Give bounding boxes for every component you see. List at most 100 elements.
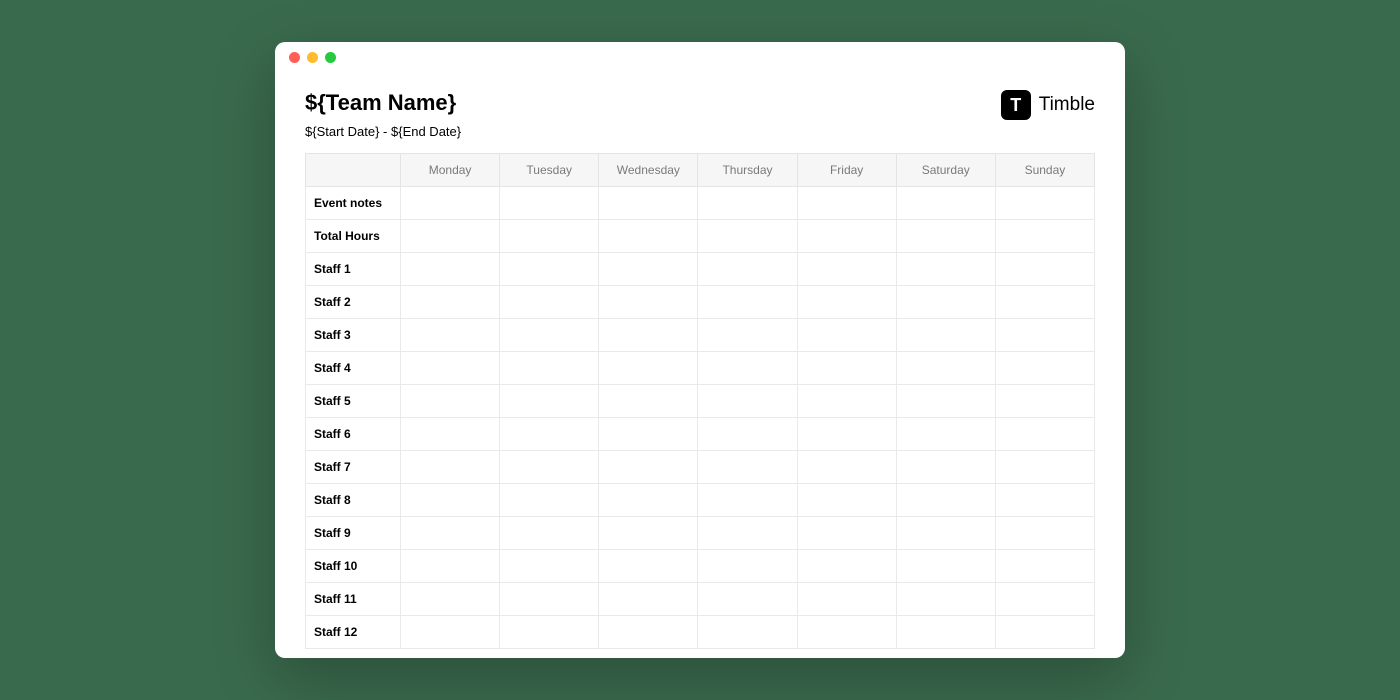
schedule-cell[interactable] bbox=[401, 517, 500, 550]
schedule-cell[interactable] bbox=[401, 253, 500, 286]
schedule-cell[interactable] bbox=[797, 583, 896, 616]
schedule-cell[interactable] bbox=[599, 583, 698, 616]
schedule-cell[interactable] bbox=[995, 418, 1094, 451]
schedule-cell[interactable] bbox=[500, 550, 599, 583]
schedule-cell[interactable] bbox=[500, 286, 599, 319]
schedule-cell[interactable] bbox=[995, 550, 1094, 583]
schedule-cell[interactable] bbox=[599, 451, 698, 484]
schedule-cell[interactable] bbox=[599, 286, 698, 319]
schedule-cell[interactable] bbox=[500, 385, 599, 418]
schedule-cell[interactable] bbox=[698, 352, 797, 385]
schedule-cell[interactable] bbox=[698, 484, 797, 517]
schedule-cell[interactable] bbox=[401, 220, 500, 253]
schedule-cell[interactable] bbox=[896, 286, 995, 319]
schedule-cell[interactable] bbox=[995, 517, 1094, 550]
schedule-cell[interactable] bbox=[797, 319, 896, 352]
schedule-cell[interactable] bbox=[500, 319, 599, 352]
schedule-cell[interactable] bbox=[896, 616, 995, 649]
schedule-cell[interactable] bbox=[995, 253, 1094, 286]
schedule-cell[interactable] bbox=[995, 187, 1094, 220]
schedule-cell[interactable] bbox=[698, 583, 797, 616]
schedule-cell[interactable] bbox=[599, 253, 698, 286]
schedule-cell[interactable] bbox=[797, 220, 896, 253]
schedule-cell[interactable] bbox=[698, 220, 797, 253]
schedule-cell[interactable] bbox=[698, 616, 797, 649]
schedule-cell[interactable] bbox=[896, 385, 995, 418]
schedule-cell[interactable] bbox=[500, 187, 599, 220]
schedule-cell[interactable] bbox=[401, 352, 500, 385]
schedule-cell[interactable] bbox=[698, 418, 797, 451]
window-close-button[interactable] bbox=[289, 52, 300, 63]
schedule-cell[interactable] bbox=[401, 451, 500, 484]
schedule-cell[interactable] bbox=[797, 418, 896, 451]
window-maximize-button[interactable] bbox=[325, 52, 336, 63]
schedule-cell[interactable] bbox=[599, 220, 698, 253]
schedule-cell[interactable] bbox=[995, 451, 1094, 484]
schedule-cell[interactable] bbox=[599, 616, 698, 649]
schedule-cell[interactable] bbox=[896, 418, 995, 451]
schedule-cell[interactable] bbox=[698, 385, 797, 418]
schedule-cell[interactable] bbox=[401, 583, 500, 616]
schedule-cell[interactable] bbox=[698, 550, 797, 583]
schedule-cell[interactable] bbox=[500, 220, 599, 253]
schedule-cell[interactable] bbox=[896, 187, 995, 220]
schedule-cell[interactable] bbox=[896, 517, 995, 550]
schedule-cell[interactable] bbox=[401, 550, 500, 583]
schedule-cell[interactable] bbox=[797, 352, 896, 385]
schedule-cell[interactable] bbox=[698, 451, 797, 484]
schedule-cell[interactable] bbox=[797, 385, 896, 418]
schedule-cell[interactable] bbox=[401, 418, 500, 451]
schedule-cell[interactable] bbox=[500, 616, 599, 649]
schedule-cell[interactable] bbox=[599, 352, 698, 385]
schedule-cell[interactable] bbox=[401, 187, 500, 220]
schedule-cell[interactable] bbox=[500, 484, 599, 517]
schedule-cell[interactable] bbox=[500, 517, 599, 550]
schedule-cell[interactable] bbox=[401, 286, 500, 319]
schedule-cell[interactable] bbox=[599, 550, 698, 583]
schedule-cell[interactable] bbox=[401, 385, 500, 418]
schedule-cell[interactable] bbox=[401, 319, 500, 352]
schedule-cell[interactable] bbox=[500, 451, 599, 484]
schedule-cell[interactable] bbox=[599, 319, 698, 352]
schedule-cell[interactable] bbox=[698, 187, 797, 220]
schedule-cell[interactable] bbox=[896, 352, 995, 385]
schedule-cell[interactable] bbox=[698, 286, 797, 319]
schedule-cell[interactable] bbox=[599, 484, 698, 517]
schedule-cell[interactable] bbox=[797, 253, 896, 286]
schedule-cell[interactable] bbox=[797, 484, 896, 517]
schedule-cell[interactable] bbox=[995, 583, 1094, 616]
schedule-cell[interactable] bbox=[500, 253, 599, 286]
schedule-cell[interactable] bbox=[599, 418, 698, 451]
schedule-cell[interactable] bbox=[599, 517, 698, 550]
schedule-cell[interactable] bbox=[995, 616, 1094, 649]
schedule-cell[interactable] bbox=[995, 385, 1094, 418]
schedule-cell[interactable] bbox=[698, 517, 797, 550]
schedule-cell[interactable] bbox=[401, 616, 500, 649]
schedule-cell[interactable] bbox=[599, 187, 698, 220]
schedule-cell[interactable] bbox=[896, 220, 995, 253]
schedule-cell[interactable] bbox=[797, 616, 896, 649]
schedule-cell[interactable] bbox=[896, 451, 995, 484]
schedule-cell[interactable] bbox=[599, 385, 698, 418]
schedule-cell[interactable] bbox=[500, 418, 599, 451]
schedule-cell[interactable] bbox=[401, 484, 500, 517]
schedule-cell[interactable] bbox=[896, 319, 995, 352]
schedule-cell[interactable] bbox=[797, 550, 896, 583]
schedule-cell[interactable] bbox=[995, 352, 1094, 385]
schedule-cell[interactable] bbox=[995, 286, 1094, 319]
schedule-cell[interactable] bbox=[698, 253, 797, 286]
schedule-cell[interactable] bbox=[995, 319, 1094, 352]
schedule-cell[interactable] bbox=[797, 187, 896, 220]
schedule-cell[interactable] bbox=[500, 583, 599, 616]
schedule-cell[interactable] bbox=[698, 319, 797, 352]
schedule-cell[interactable] bbox=[797, 451, 896, 484]
schedule-cell[interactable] bbox=[500, 352, 599, 385]
schedule-cell[interactable] bbox=[896, 550, 995, 583]
schedule-cell[interactable] bbox=[896, 583, 995, 616]
schedule-cell[interactable] bbox=[797, 517, 896, 550]
window-minimize-button[interactable] bbox=[307, 52, 318, 63]
schedule-cell[interactable] bbox=[896, 484, 995, 517]
schedule-cell[interactable] bbox=[995, 220, 1094, 253]
schedule-cell[interactable] bbox=[896, 253, 995, 286]
schedule-cell[interactable] bbox=[797, 286, 896, 319]
